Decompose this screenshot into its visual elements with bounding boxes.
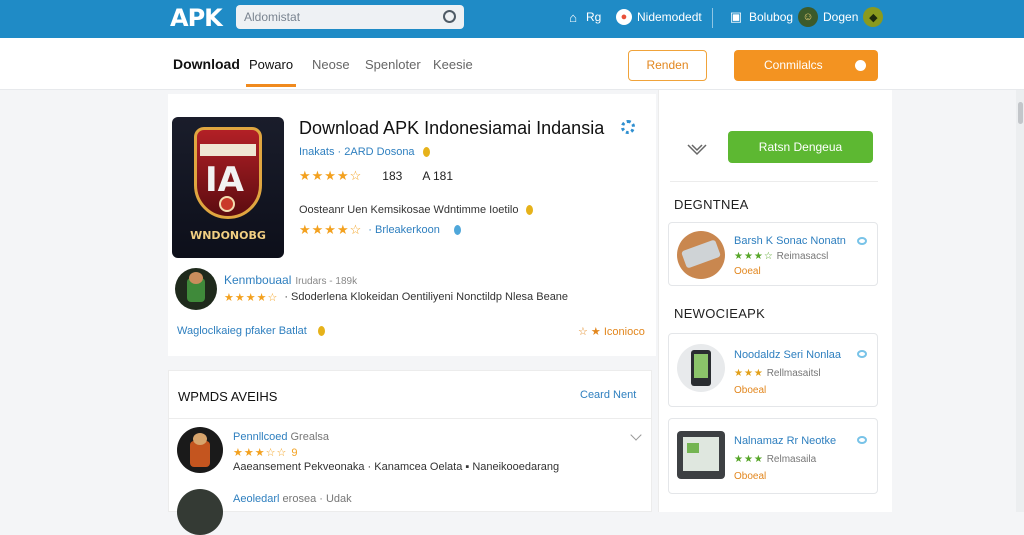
- search-icon[interactable]: [443, 10, 456, 23]
- divider: [168, 418, 652, 419]
- bulb-icon: [317, 326, 325, 337]
- icon-link[interactable]: ☆ ★ Iconioco: [578, 325, 645, 338]
- app-icon[interactable]: IA WNDONOBG: [172, 117, 284, 258]
- active-tab-indicator: [246, 84, 296, 87]
- tab-neose[interactable]: Neose: [312, 57, 350, 72]
- review-line: ★★★★☆ · Sdoderlena Klokeidan Oentiliyeni…: [224, 291, 569, 304]
- rating-stars: ★★★★☆: [299, 222, 363, 237]
- tab-spenloter[interactable]: Spenloter: [365, 57, 421, 72]
- header-item-user[interactable]: ☺ Dogen ◆: [798, 7, 884, 27]
- avatar[interactable]: [175, 268, 217, 310]
- review-author: Aeoledarl erosea · Udak: [233, 493, 352, 505]
- more-link[interactable]: Wagloclkaieg pfaker Batlat: [177, 325, 325, 337]
- conmilalcs-button[interactable]: Conmilalcs: [734, 50, 878, 81]
- tab-keesie[interactable]: Keesie: [433, 57, 473, 72]
- bulb-icon: [422, 147, 430, 158]
- avatar[interactable]: [177, 427, 223, 473]
- heart-icon[interactable]: [686, 142, 708, 156]
- avatar[interactable]: [177, 489, 223, 535]
- info-icon: [857, 436, 867, 444]
- rating-stars: ★★★★☆: [299, 168, 363, 183]
- user-avatar: ☺: [798, 7, 818, 27]
- info-icon: [857, 237, 867, 245]
- ball-icon: [219, 196, 235, 212]
- badge-icon: ◆: [863, 7, 884, 27]
- rating-extra: A 181: [422, 169, 454, 183]
- app-thumbnail: [677, 231, 725, 279]
- sidebar-heading: NEWOCIEAPK: [674, 306, 766, 321]
- house-icon: ⌂: [569, 9, 577, 25]
- shield-emblem: IA: [194, 127, 262, 219]
- top-bar: APK Aldomistat ⌂ Rg ● Nidemodedt ▣ Bolub…: [0, 0, 1024, 38]
- green-action-button[interactable]: Ratsn Dengeua: [728, 131, 873, 163]
- bulb-icon: [525, 205, 533, 216]
- sidebar-app-card[interactable]: Nalnamaz Rr Neotke ★★★ Relmasaila Oboeal: [668, 418, 878, 494]
- renden-button[interactable]: Renden: [628, 50, 707, 81]
- app-description: Oosteanr Uen Kemsikosae Wdntimme Ioetilo: [299, 204, 533, 216]
- developer-link[interactable]: Inakats · 2ARD Dosona: [299, 146, 430, 158]
- app-icon-wordmark: WNDONOBG: [190, 229, 266, 242]
- sidebar-heading: DEGNTNEA: [674, 197, 749, 212]
- record-icon: ●: [616, 9, 632, 25]
- rating-count: 183: [382, 169, 403, 183]
- header-item-record[interactable]: ● Nidemodedt: [616, 9, 702, 25]
- review-author: Pennllcoed Grealsa: [233, 431, 330, 443]
- reviews-heading: WPMDS AVEIHS: [178, 389, 278, 404]
- scrollbar[interactable]: [1016, 90, 1024, 512]
- header-divider: [712, 8, 713, 28]
- tab-powaro[interactable]: Powaro: [249, 57, 293, 72]
- app-thumbnail: [677, 431, 725, 479]
- circle-icon: [855, 60, 866, 71]
- secondary-rating[interactable]: ★★★★☆ · Brleakerkoon: [299, 222, 461, 238]
- rating-row: ★★★★☆ 183 A 181: [299, 168, 453, 184]
- scrollbar-thumb[interactable]: [1018, 102, 1023, 124]
- rating-stars: ★★★★☆: [224, 292, 279, 304]
- app-title: Download APK Indonesiamai Indansia: [299, 118, 605, 138]
- gear-icon[interactable]: [621, 120, 635, 134]
- info-icon: [857, 350, 867, 358]
- sidebar-app-card[interactable]: Noodaldz Seri Nonlaa ★★★ Rellmasaitsl Ob…: [668, 333, 878, 407]
- header-item-home[interactable]: ⌂ Rg: [565, 9, 601, 25]
- search-box[interactable]: Aldomistat: [236, 5, 464, 29]
- site-logo[interactable]: APK: [170, 4, 223, 32]
- tab-download[interactable]: Download: [173, 56, 240, 72]
- tag-icon: ▣: [729, 9, 743, 24]
- divider: [670, 181, 878, 182]
- sidebar-app-card[interactable]: Barsh K Sonac Nonatn ★★★☆ Reimasacsl Ooe…: [668, 222, 878, 286]
- reviews-more-link[interactable]: Ceard Nent: [580, 389, 636, 401]
- bulb-icon: [453, 225, 461, 235]
- emblem-letters: IA: [205, 160, 244, 200]
- search-input[interactable]: Aldomistat: [244, 10, 300, 24]
- app-thumbnail: [677, 344, 725, 392]
- header-item-tag[interactable]: ▣ Bolubog: [728, 9, 793, 25]
- review-author: Kenmbouaal Irudars - 189k: [224, 273, 358, 287]
- review-stars: ★★★☆☆ 9: [233, 447, 299, 459]
- review-text: Aaeansement Pekveonaka · Kanamcea Oelata…: [233, 461, 560, 473]
